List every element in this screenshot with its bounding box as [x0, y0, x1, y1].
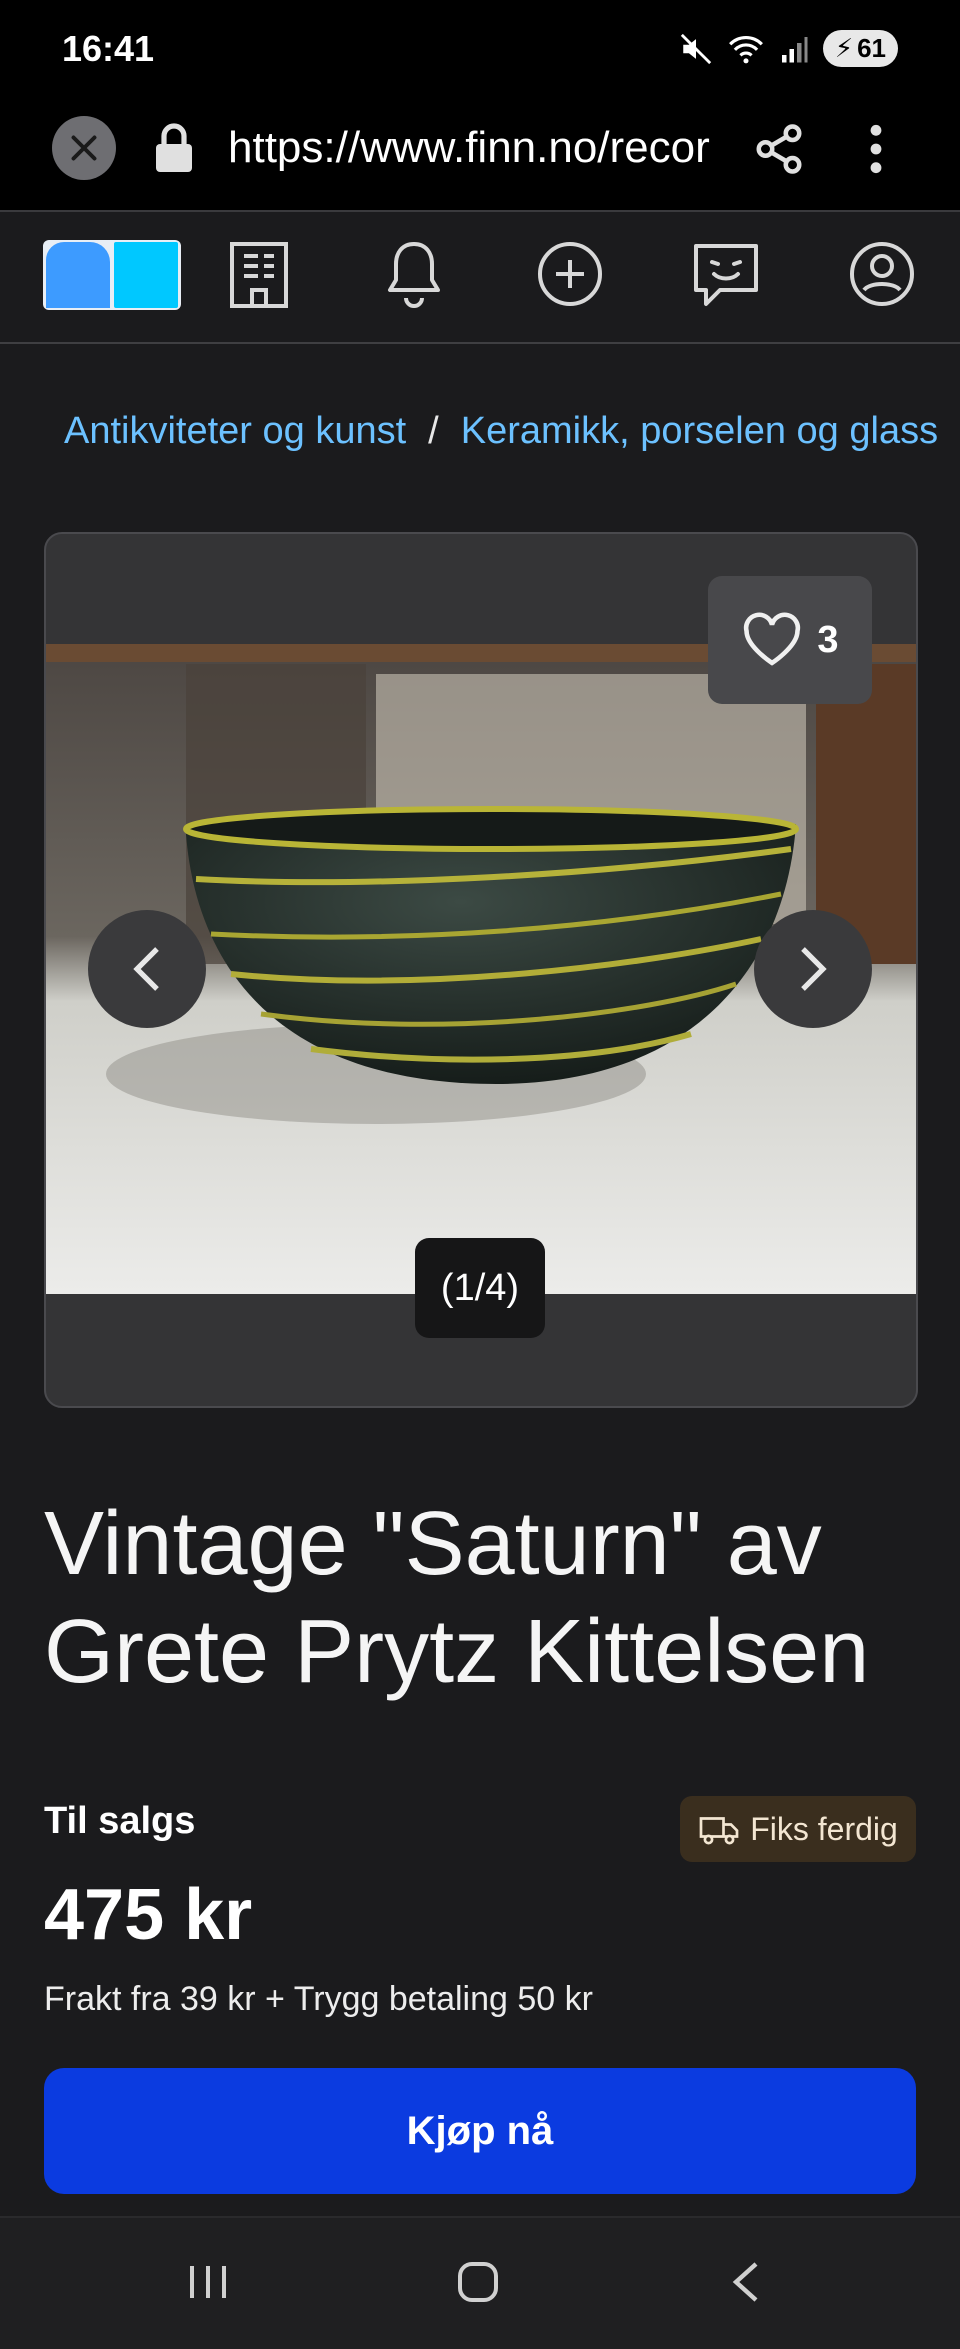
chat-icon[interactable]	[688, 236, 764, 312]
finn-logo[interactable]	[42, 236, 182, 312]
previous-image-button[interactable]	[88, 910, 206, 1028]
listing-status: Til salgs	[44, 1800, 196, 1842]
home-icon	[458, 2262, 498, 2302]
listing-title: Vintage "Saturn" av Grete Prytz Kittelse…	[44, 1494, 870, 1702]
price: 475 kr	[44, 1875, 253, 1955]
home-button[interactable]	[438, 2252, 518, 2312]
battery-indicator: ⚡ 61	[822, 30, 898, 67]
share-icon[interactable]	[752, 122, 806, 176]
breadcrumb: Antikviteter og kunst / Keramikk, porselen…	[64, 410, 960, 453]
status-icons: ⚡ 61	[679, 30, 898, 67]
plus-icon[interactable]	[532, 236, 608, 312]
building-icon[interactable]	[222, 236, 298, 312]
recents-button[interactable]	[168, 2252, 248, 2312]
back-icon	[732, 2262, 758, 2302]
next-image-button[interactable]	[754, 910, 872, 1028]
truck-icon	[699, 1817, 739, 1845]
battery-icon: ⚡	[834, 33, 854, 63]
lock-icon	[156, 123, 192, 172]
image-counter: (1/4)	[415, 1238, 545, 1338]
status-time: 16:41	[62, 28, 155, 69]
mute-icon	[680, 33, 711, 64]
breadcrumb-link-antiques[interactable]: Antikviteter og kunst	[64, 410, 406, 452]
more-icon[interactable]	[856, 122, 896, 176]
recents-icon	[190, 2266, 226, 2298]
fiks-ferdig-badge: Fiks ferdig	[680, 1796, 916, 1862]
url-bar[interactable]: https://www.finn.no/recor	[228, 120, 718, 176]
breadcrumb-separator: /	[428, 410, 439, 452]
profile-icon[interactable]	[844, 236, 920, 312]
badge-label: Fiks ferdig	[750, 1810, 898, 1847]
favorite-count: 3	[817, 618, 839, 661]
wifi-icon	[728, 35, 763, 63]
battery-level: 61	[857, 33, 886, 63]
chevron-left-icon	[133, 947, 159, 991]
heart-icon	[744, 612, 801, 666]
signal-icon	[781, 36, 808, 62]
shipping-info: Frakt fra 39 kr + Trygg betaling 50 kr	[44, 1980, 593, 2018]
buy-now-button[interactable]: Kjøp nå	[44, 2068, 916, 2194]
close-tab-button[interactable]	[52, 116, 116, 180]
breadcrumb-link-ceramics[interactable]: Keramikk, porselen og glass	[461, 410, 938, 452]
back-button[interactable]	[706, 2252, 786, 2312]
chevron-right-icon	[801, 947, 827, 991]
bell-icon[interactable]	[376, 236, 452, 312]
favorite-button[interactable]: 3	[708, 576, 872, 704]
close-icon	[71, 135, 97, 161]
